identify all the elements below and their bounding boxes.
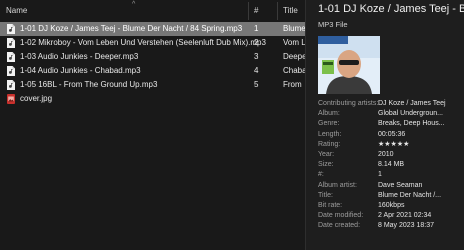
property-value: 2 Apr 2021 02:34: [378, 212, 432, 220]
file-name: 1-04 Audio Junkies - Chabad.mp3: [20, 66, 141, 75]
property-date-created: Date created: 8 May 2023 18:37: [318, 221, 464, 231]
album-cover-thumbnail: [318, 36, 380, 94]
property-label: #:: [318, 171, 324, 179]
property-contributing-artists: Contributing artists: DJ Koze / James Tee…: [318, 99, 464, 109]
details-file-title: 1-01 DJ Koze / James Teej - Bl: [318, 3, 464, 15]
property-value: 00:05:36: [378, 130, 406, 138]
audio-file-icon: [7, 52, 15, 62]
property-label: Genre:: [318, 120, 340, 128]
property-value: 8.14 MB: [378, 161, 405, 169]
property-value[interactable]: Breaks, Deep Hous...: [378, 119, 464, 129]
property-title: Title: Blume Der Nacht /...: [318, 191, 464, 201]
track-number: 1: [254, 24, 259, 33]
audio-file-icon: [7, 38, 15, 48]
track-title: Deepe: [283, 52, 305, 61]
track-title: Chaba: [283, 66, 305, 75]
file-name: 1-01 DJ Koze / James Teej - Blume Der Na…: [20, 24, 243, 33]
property-genre: Genre: Breaks, Deep Hous...: [318, 119, 464, 129]
property-length: Length: 00:05:36: [318, 130, 464, 140]
rating-stars[interactable]: ★★★★★: [378, 140, 464, 150]
file-row[interactable]: 1-05 16BL - From The Ground Up.mp3 5 Fro…: [0, 78, 305, 92]
property-album-artist: Album artist: Dave Seaman: [318, 181, 464, 191]
column-divider[interactable]: [248, 2, 249, 20]
file-name: cover.jpg: [20, 94, 53, 103]
file-list-pane: Name ^ # Title 1-01 DJ Koze / James Teej…: [0, 0, 305, 250]
property-label: Album artist:: [318, 181, 357, 189]
property-label: Length:: [318, 130, 342, 138]
file-rows: 1-01 DJ Koze / James Teej - Blume Der Na…: [0, 22, 305, 106]
track-title: Vom L: [283, 38, 305, 47]
property-rating: Rating: ★★★★★: [318, 140, 464, 150]
file-row[interactable]: 1-03 Audio Junkies - Deeper.mp3 3 Deepe: [0, 50, 305, 64]
property-label: Contributing artists:: [318, 100, 379, 107]
file-row[interactable]: 1-04 Audio Junkies - Chabad.mp3 4 Chaba: [0, 64, 305, 78]
track-number: 4: [254, 66, 259, 75]
property-label: Size:: [318, 161, 334, 169]
image-file-icon: [7, 94, 15, 104]
sort-ascending-icon: ^: [132, 1, 136, 8]
file-name: 1-05 16BL - From The Ground Up.mp3: [20, 80, 158, 89]
property-label: Year:: [318, 150, 335, 158]
property-value: 8 May 2023 18:37: [378, 222, 435, 230]
property-value[interactable]: Global Undergroun...: [378, 109, 464, 119]
details-pane: 1-01 DJ Koze / James Teej - Bl MP3 File …: [305, 0, 464, 250]
property-list: Contributing artists: DJ Koze / James Tee…: [318, 99, 464, 231]
property-size: Size: 8.14 MB: [318, 160, 464, 170]
column-header-title[interactable]: Title: [283, 0, 298, 22]
property-year: Year: 2010: [318, 150, 464, 160]
property-label: Date created:: [318, 222, 361, 230]
property-label: Rating:: [318, 140, 341, 148]
property-label: Title:: [318, 191, 333, 199]
property-track-number: #: 1: [318, 170, 464, 180]
property-value[interactable]: 2010: [378, 150, 464, 160]
property-value: 160kbps: [378, 201, 405, 209]
property-value[interactable]: Blume Der Nacht /...: [378, 191, 464, 201]
file-name: 1-03 Audio Junkies - Deeper.mp3: [20, 52, 139, 61]
property-value[interactable]: Dave Seaman: [378, 181, 464, 191]
property-label: Album:: [318, 110, 340, 118]
column-header-name[interactable]: Name: [6, 0, 27, 22]
audio-file-icon: [7, 66, 15, 76]
property-date-modified: Date modified: 2 Apr 2021 02:34: [318, 211, 464, 221]
audio-file-icon: [7, 80, 15, 90]
track-number: 2: [254, 38, 259, 47]
column-header-number[interactable]: #: [254, 0, 258, 22]
property-bit-rate: Bit rate: 160kbps: [318, 201, 464, 211]
track-title: Blume: [283, 24, 305, 33]
file-row[interactable]: 1-02 Mikroboy - Vom Leben Und Verstehen …: [0, 36, 305, 50]
column-header-bar: Name ^ # Title: [0, 0, 305, 23]
property-album: Album: Global Undergroun...: [318, 109, 464, 119]
property-value[interactable]: DJ Koze / James Teej: [378, 99, 464, 109]
property-value[interactable]: 1: [378, 170, 464, 180]
track-number: 3: [254, 52, 259, 61]
property-label: Date modified:: [318, 212, 364, 220]
track-number: 5: [254, 80, 259, 89]
file-row[interactable]: 1-01 DJ Koze / James Teej - Blume Der Na…: [0, 22, 305, 36]
property-label: Bit rate:: [318, 201, 343, 209]
file-row[interactable]: cover.jpg: [0, 92, 305, 106]
column-divider[interactable]: [277, 2, 278, 20]
audio-file-icon: [7, 24, 15, 34]
details-file-type: MP3 File: [318, 20, 348, 29]
file-name: 1-02 Mikroboy - Vom Leben Und Verstehen …: [20, 38, 266, 47]
track-title: From: [283, 80, 302, 89]
